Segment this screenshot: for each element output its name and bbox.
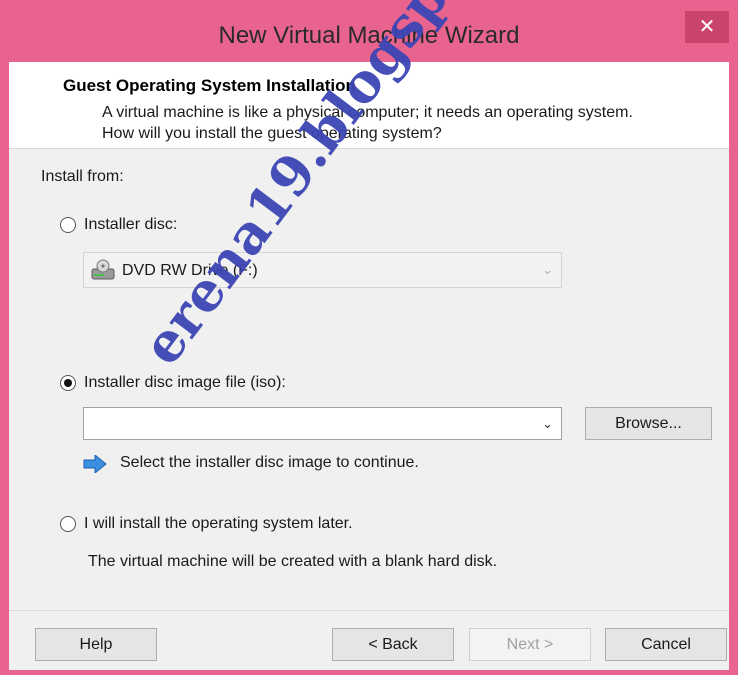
disc-drive-icon xyxy=(91,259,115,280)
next-button[interactable]: Next > xyxy=(469,628,591,661)
disc-drive-select[interactable]: DVD RW Drive (F:) ⌄ xyxy=(83,252,562,288)
iso-radio[interactable] xyxy=(60,375,76,391)
close-button[interactable]: ✕ xyxy=(685,11,729,43)
disc-drive-value: DVD RW Drive (F:) xyxy=(122,262,258,279)
cancel-button[interactable]: Cancel xyxy=(605,628,727,661)
page-header: Guest Operating System Installation A vi… xyxy=(9,62,729,149)
browse-button[interactable]: Browse... xyxy=(585,407,712,440)
wizard-window: New Virtual Machine Wizard ✕ Guest Opera… xyxy=(0,0,738,675)
installer-disc-radio[interactable] xyxy=(60,217,76,233)
chevron-down-icon: ⌄ xyxy=(542,262,553,277)
dialog-body: Guest Operating System Installation A vi… xyxy=(9,62,729,670)
arrow-right-icon xyxy=(83,455,107,473)
title-bar[interactable]: New Virtual Machine Wizard ✕ xyxy=(0,0,738,62)
chevron-down-icon[interactable]: ⌄ xyxy=(542,416,553,432)
install-later-note: The virtual machine will be created with… xyxy=(88,553,498,570)
install-later-label[interactable]: I will install the operating system late… xyxy=(84,515,353,533)
page-description: A virtual machine is like a physical com… xyxy=(102,104,633,142)
install-from-label: Install from: xyxy=(41,168,124,185)
iso-label[interactable]: Installer disc image file (iso): xyxy=(84,374,286,392)
back-button[interactable]: < Back xyxy=(332,628,454,661)
footer-divider xyxy=(9,610,729,611)
iso-path-input[interactable]: ⌄ xyxy=(83,407,562,440)
iso-hint: Select the installer disc image to conti… xyxy=(120,454,419,471)
installer-disc-label[interactable]: Installer disc: xyxy=(84,216,177,234)
page-title: Guest Operating System Installation xyxy=(63,76,356,95)
install-later-radio[interactable] xyxy=(60,516,76,532)
help-button[interactable]: Help xyxy=(35,628,157,661)
window-title: New Virtual Machine Wizard xyxy=(218,22,520,49)
